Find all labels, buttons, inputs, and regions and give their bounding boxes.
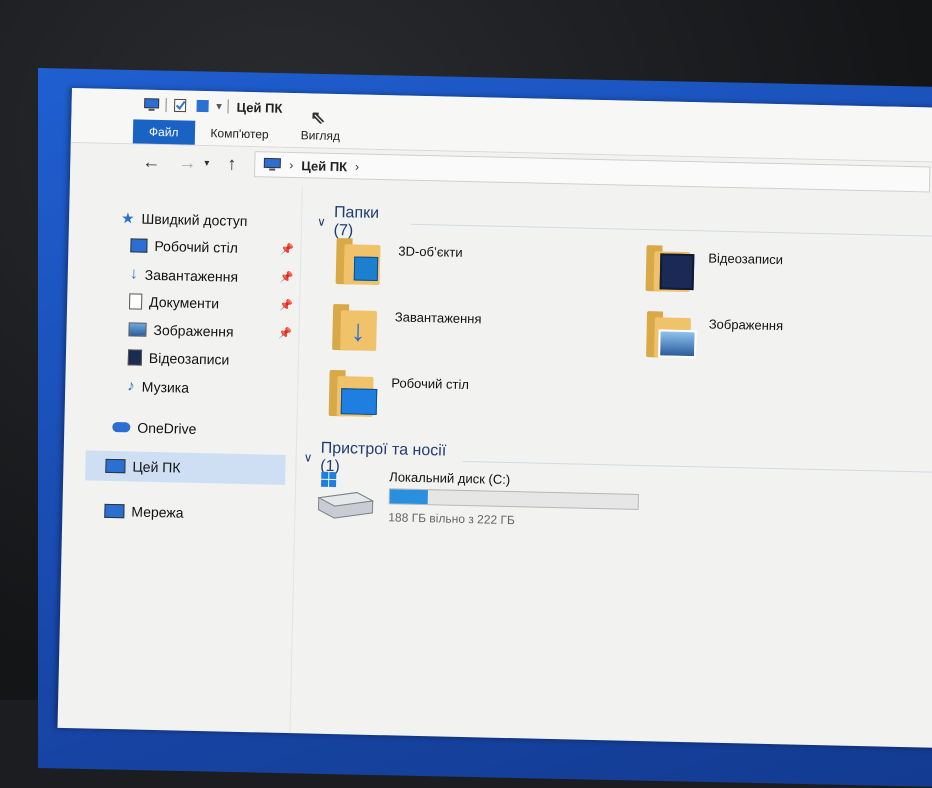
computer-icon [105,458,126,474]
forward-arrow-icon[interactable]: → [178,152,196,173]
folder-tile[interactable]: Робочий стіл [328,366,470,419]
chevron-right-icon[interactable]: › [289,158,293,172]
videos-icon [127,349,143,366]
download-icon: ↓ [129,265,138,283]
folder-label: 3D-об’єкти [398,243,463,260]
folder-label: Робочий стіл [391,375,470,393]
pin-icon[interactable]: 📌 [278,327,292,340]
sidebar-item-network[interactable]: Мережа [104,503,184,521]
sidebar-item-label: Зображення [153,321,234,340]
folder-label: Відеозаписи [708,250,784,268]
drive-free-space: 188 ГБ вільно з 222 ГБ [388,510,516,528]
network-icon [104,503,125,519]
folder-tile[interactable]: Відеозаписи [645,241,784,294]
star-icon: ★ [120,210,135,228]
local-disk-icon [317,471,375,519]
pin-icon[interactable]: 📌 [280,243,294,256]
computer-icon [263,157,281,171]
drive-usage-fill [389,489,428,505]
sidebar-item-label: Завантаження [144,266,239,285]
tab-view[interactable]: Вигляд [284,123,356,149]
pin-icon[interactable]: 📌 [280,271,294,284]
customize-toolbar-icon[interactable]: ▾ [216,101,221,112]
sidebar-item-label: OneDrive [137,419,197,437]
properties-icon[interactable] [172,98,188,113]
tab-computer[interactable]: Комп'ютер [194,121,285,147]
folder-tile[interactable]: ↓ Завантаження [332,300,482,353]
up-arrow-icon[interactable]: ↑ [227,153,236,174]
folder-label: Завантаження [394,309,482,327]
window-title: Цей ПК [236,99,283,116]
sidebar-item-label: Робочий стіл [154,237,239,256]
quick-access-toolbar: ▾ [143,98,229,114]
videos-icon [645,241,695,293]
computer-icon [144,98,160,111]
sidebar-item-label: Мережа [131,503,184,521]
music-icon: ♪ [127,377,135,395]
folder-tile[interactable]: Зображення [646,307,783,360]
chevron-down-icon[interactable]: ∨ [317,215,326,229]
navigation-pane: ★ Швидкий доступ Робочий стіл 📌 ↓ Завант… [57,179,303,734]
pictures-icon [128,322,147,337]
cloud-icon [112,422,131,433]
sidebar-item-desktop[interactable]: Робочий стіл [130,237,239,256]
sidebar-item-downloads[interactable]: ↓ Завантаження [130,265,239,285]
recent-locations-icon[interactable]: ▾ [204,158,209,169]
separator [227,99,229,114]
breadcrumb[interactable]: Цей ПК [301,158,347,174]
folder-label: Зображення [708,316,784,334]
documents-icon [128,293,143,310]
sidebar-item-quick-access[interactable]: ★ Швидкий доступ [121,209,248,230]
sidebar-item-videos[interactable]: Відеозаписи [127,349,230,368]
pin-icon[interactable]: 📌 [279,299,293,312]
tab-file[interactable]: Файл [132,119,195,145]
desktop-folder-icon [130,238,148,253]
sidebar-item-label: Документи [148,293,220,312]
sidebar-item-documents[interactable]: Документи [128,293,220,312]
divider [410,223,932,237]
desktop-folder-icon [328,366,378,417]
drive-usage-bar [388,488,639,510]
back-arrow-icon[interactable]: ← [142,151,160,172]
separator [165,98,167,113]
sidebar-item-this-pc[interactable]: Цей ПК [85,450,286,485]
pictures-icon [646,307,697,359]
new-folder-icon[interactable] [194,99,210,113]
divider [462,460,932,473]
sidebar-item-music[interactable]: ♪ Музика [127,377,189,395]
sidebar-item-label: Відеозаписи [148,349,230,368]
drive-tile[interactable]: Локальний диск (C:) 188 ГБ вільно з 222 … [316,468,639,530]
sidebar-item-onedrive[interactable]: OneDrive [112,419,197,437]
file-explorer-window: ▾ Цей ПК ⇖ Файл Комп'ютер Вигляд ← → ▾ ↑… [57,88,932,749]
chevron-right-icon[interactable]: › [355,159,359,173]
chevron-down-icon[interactable]: ∨ [304,450,313,464]
sidebar-item-label: Цей ПК [132,458,181,476]
download-icon: ↓ [332,300,381,351]
content-pane: ∨ Папки (7) 3D-об’єкти Відеозаписи ↓ Зав… [297,185,932,748]
sidebar-item-label: Швидкий доступ [141,210,248,230]
sidebar-item-label: Музика [141,378,190,396]
sidebar-item-pictures[interactable]: Зображення [128,321,234,340]
3d-objects-icon [335,234,385,286]
folder-tile[interactable]: 3D-об’єкти [335,234,463,287]
